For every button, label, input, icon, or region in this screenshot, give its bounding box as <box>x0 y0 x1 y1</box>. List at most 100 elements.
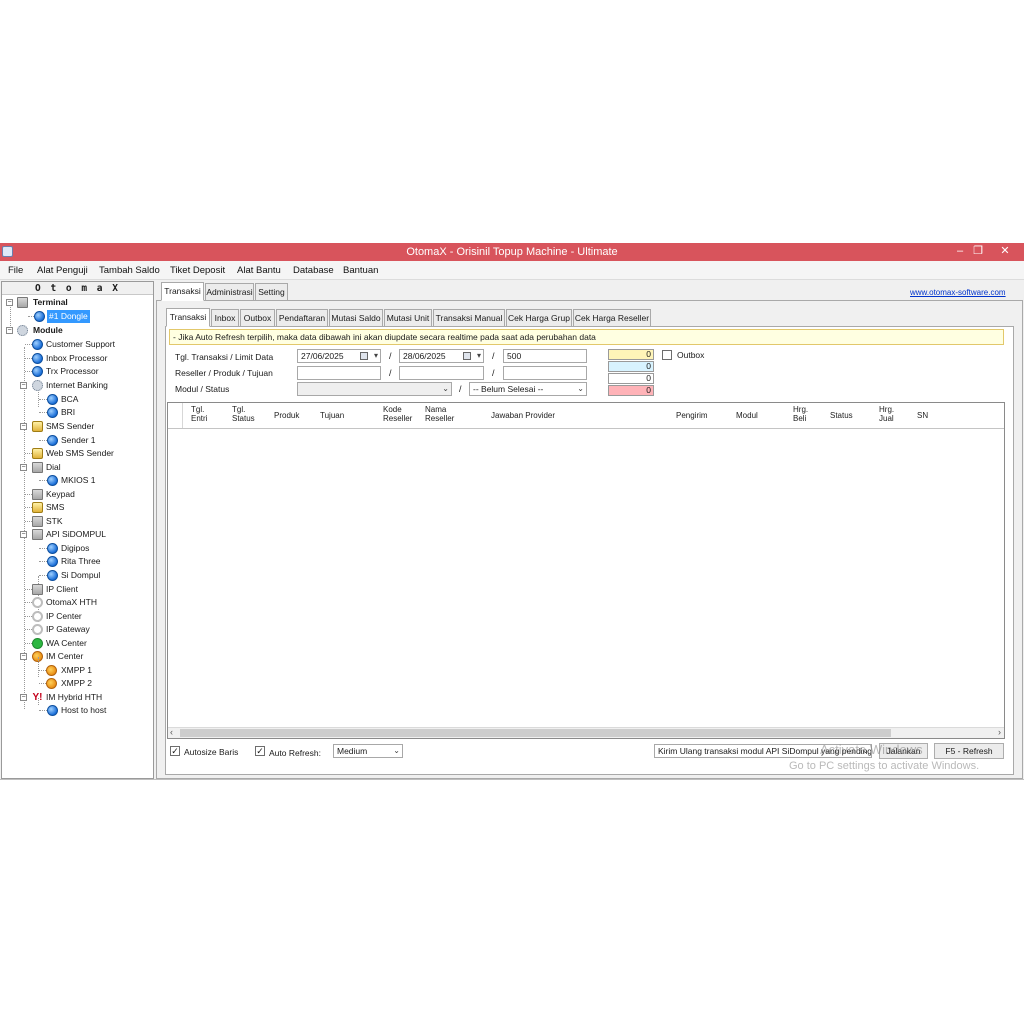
modul-select[interactable]: ⌄ <box>297 382 452 396</box>
module-tree[interactable]: O t o m a X − Terminal #1 Dongle − Modul… <box>1 281 154 779</box>
subtab-outbox[interactable]: Outbox <box>240 309 275 327</box>
subtab-mutasi-unit[interactable]: Mutasi Unit <box>384 309 432 327</box>
tree-item-xmpp-2[interactable]: XMPP 2 <box>2 677 152 690</box>
collapse-icon[interactable]: − <box>20 464 27 471</box>
col-tujuan[interactable]: Tujuan <box>320 411 344 420</box>
menu-database[interactable]: Database <box>293 265 334 276</box>
tree-item-api-sidompul[interactable]: − API SiDOMPUL <box>2 528 152 541</box>
autosize-checkbox[interactable]: ✓ <box>170 746 180 756</box>
chevron-down-icon[interactable]: ⌄ <box>577 383 584 395</box>
tree-item-sms-sender[interactable]: − SMS Sender <box>2 420 152 433</box>
refresh-speed-select[interactable]: Medium ⌄ <box>333 744 403 758</box>
col-tgl-entri[interactable]: Tgl. Entri <box>191 405 207 423</box>
col-pengirim[interactable]: Pengirim <box>676 411 708 420</box>
menu-tiket-deposit[interactable]: Tiket Deposit <box>170 265 225 276</box>
tree-item-im-hybrid-hth[interactable]: − Y! IM Hybrid HTH <box>2 691 152 704</box>
col-hrg-beli[interactable]: Hrg. Beli <box>793 405 808 423</box>
chevron-down-icon[interactable]: ⌄ <box>393 745 400 757</box>
transaction-grid[interactable]: Tgl. Entri Tgl. Status Produk Tujuan Kod… <box>167 402 1005 739</box>
menu-alat-penguji[interactable]: Alat Penguji <box>37 265 88 276</box>
subtab-transaksi[interactable]: Transaksi <box>166 308 210 327</box>
tree-item-trx-processor[interactable]: Trx Processor <box>2 365 152 378</box>
col-modul[interactable]: Modul <box>736 411 758 420</box>
tree-item-keypad[interactable]: Keypad <box>2 488 152 501</box>
reseller-input[interactable] <box>297 366 381 380</box>
col-produk[interactable]: Produk <box>274 411 299 420</box>
collapse-icon[interactable]: − <box>20 423 27 430</box>
scroll-left-icon[interactable]: ‹ <box>170 727 173 737</box>
tab-setting[interactable]: Setting <box>255 283 288 301</box>
tree-item-mkios-1[interactable]: MKIOS 1 <box>2 474 152 487</box>
collapse-icon[interactable]: − <box>6 299 13 306</box>
menu-bantuan[interactable]: Bantuan <box>343 265 378 276</box>
collapse-icon[interactable]: − <box>20 531 27 538</box>
refresh-button[interactable]: F5 - Refresh <box>934 743 1004 759</box>
tree-item-inbox-processor[interactable]: Inbox Processor <box>2 352 152 365</box>
chevron-down-icon[interactable]: ⌄ <box>442 383 449 395</box>
menu-tambah-saldo[interactable]: Tambah Saldo <box>99 265 160 276</box>
col-nama-reseller[interactable]: Nama Reseller <box>425 405 454 423</box>
scroll-thumb[interactable] <box>180 729 891 737</box>
menu-file[interactable]: File <box>8 265 23 276</box>
limit-data-input[interactable]: 500 <box>503 349 587 363</box>
tree-item-sender-1[interactable]: Sender 1 <box>2 434 152 447</box>
maximize-button[interactable]: ❐ <box>966 244 990 259</box>
horizontal-scrollbar[interactable]: ‹ › <box>168 727 1004 738</box>
tree-item-dial[interactable]: − Dial <box>2 461 152 474</box>
subtab-pendaftaran[interactable]: Pendaftaran <box>276 309 328 327</box>
produk-input[interactable] <box>399 366 484 380</box>
collapse-icon[interactable]: − <box>20 382 27 389</box>
collapse-icon[interactable]: − <box>20 653 27 660</box>
dropdown-caret-icon[interactable]: ▾ <box>477 350 481 362</box>
col-kode-reseller[interactable]: Kode Reseller <box>383 405 412 423</box>
tree-item-ip-client[interactable]: IP Client <box>2 583 152 596</box>
tab-transaksi[interactable]: Transaksi <box>161 282 204 301</box>
dropdown-caret-icon[interactable]: ▾ <box>374 350 378 362</box>
date-from-picker[interactable]: 27/06/2025 ▾ <box>297 349 381 363</box>
tree-item-stk[interactable]: STK <box>2 515 152 528</box>
calendar-icon[interactable] <box>360 352 368 360</box>
tree-item-wa-center[interactable]: WA Center <box>2 637 152 650</box>
outbox-checkbox[interactable] <box>662 350 672 360</box>
tree-item-im-center[interactable]: − IM Center <box>2 650 152 663</box>
tree-item-ip-gateway[interactable]: IP Gateway <box>2 623 152 636</box>
subtab-transaksi-manual[interactable]: Transaksi Manual <box>433 309 505 327</box>
tree-node-module[interactable]: − Module <box>2 324 152 337</box>
tree-item-host-to-host[interactable]: Host to host <box>2 704 152 717</box>
tree-item-otomax-hth[interactable]: OtomaX HTH <box>2 596 152 609</box>
calendar-icon[interactable] <box>463 352 471 360</box>
col-status[interactable]: Status <box>830 411 853 420</box>
auto-refresh-checkbox[interactable]: ✓ <box>255 746 265 756</box>
tree-item-si-dompul[interactable]: Si Dompul <box>2 569 152 582</box>
tree-node-terminal[interactable]: − Terminal <box>2 296 152 309</box>
status-select[interactable]: -- Belum Selesai -- ⌄ <box>469 382 587 396</box>
tree-item-bri[interactable]: BRI <box>2 406 152 419</box>
col-sn[interactable]: SN <box>917 411 928 420</box>
menu-alat-bantu[interactable]: Alat Bantu <box>237 265 281 276</box>
col-jawaban-provider[interactable]: Jawaban Provider <box>491 411 555 420</box>
tree-item-dongle[interactable]: #1 Dongle <box>2 310 152 323</box>
col-tgl-status[interactable]: Tgl. Status <box>232 405 255 423</box>
tree-item-xmpp-1[interactable]: XMPP 1 <box>2 664 152 677</box>
col-hrg-jual[interactable]: Hrg. Jual <box>879 405 894 423</box>
website-link[interactable]: www.otomax-software.com <box>910 288 1006 297</box>
tab-administrasi[interactable]: Administrasi <box>205 283 254 301</box>
subtab-cek-harga-grup[interactable]: Cek Harga Grup <box>506 309 572 327</box>
tree-item-bca[interactable]: BCA <box>2 393 152 406</box>
close-button[interactable]: ✕ <box>993 244 1017 259</box>
tree-item-rita-three[interactable]: Rita Three <box>2 555 152 568</box>
tree-item-customer-support[interactable]: Customer Support <box>2 338 152 351</box>
collapse-icon[interactable]: − <box>6 327 13 334</box>
subtab-inbox[interactable]: Inbox <box>211 309 239 327</box>
tujuan-input[interactable] <box>503 366 587 380</box>
tree-item-sms[interactable]: SMS <box>2 501 152 514</box>
scroll-right-icon[interactable]: › <box>998 727 1001 737</box>
tree-item-ip-center[interactable]: IP Center <box>2 610 152 623</box>
collapse-icon[interactable]: − <box>20 694 27 701</box>
tree-item-internet-banking[interactable]: − Internet Banking <box>2 379 152 392</box>
subtab-mutasi-saldo[interactable]: Mutasi Saldo <box>329 309 383 327</box>
subtab-cek-harga-reseller[interactable]: Cek Harga Reseller <box>573 309 651 327</box>
tree-item-digipos[interactable]: Digipos <box>2 542 152 555</box>
date-to-picker[interactable]: 28/06/2025 ▾ <box>399 349 484 363</box>
tree-item-web-sms-sender[interactable]: Web SMS Sender <box>2 447 152 460</box>
